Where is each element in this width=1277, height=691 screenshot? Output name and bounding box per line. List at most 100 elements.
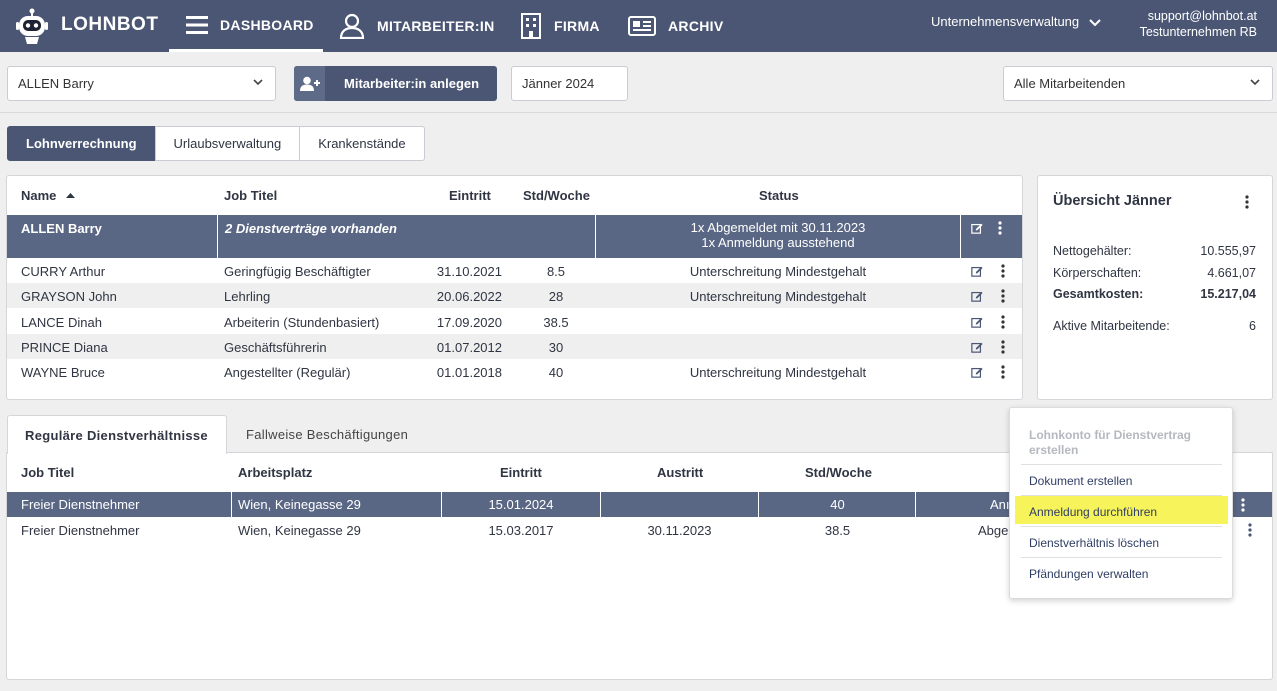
create-employee-button[interactable]: Mitarbeiter:in anlegen [294,66,497,101]
more-vertical-icon[interactable] [997,221,1003,235]
menu-icon [186,15,208,34]
main-tabs: Lohnverrechnung Urlaubsverwaltung Kranke… [7,126,425,161]
column-header-job[interactable]: Job Titel [21,465,74,480]
edit-icon[interactable] [971,365,983,379]
column-header-job[interactable]: Job Titel [224,188,277,203]
menu-item-payroll-account-line-1: Lohnkonto für Dienstvertrag [1029,428,1192,442]
nav-dashboard[interactable]: DASHBOARD [169,0,323,52]
contract-exit: 30.11.2023 [647,523,712,538]
nav-archive[interactable]: ARCHIV [628,0,723,52]
employee-row[interactable]: CURRY Arthur Geringfügig Beschäftigter 3… [7,258,1022,283]
tab-regular-contracts[interactable]: Reguläre Dienstverhältnisse [7,415,227,454]
employee-status: Unterschreitung Mindestgehalt [689,264,867,279]
newspaper-icon [628,16,656,36]
menu-item-manage-garnishments[interactable]: Pfändungen verwalten [1029,567,1148,581]
edit-icon[interactable] [971,340,983,354]
edit-icon[interactable] [971,289,983,303]
column-header-entry[interactable]: Eintritt [500,465,542,480]
divider [0,112,1277,113]
more-vertical-icon[interactable] [1000,340,1006,354]
employee-hours: 28 [548,289,564,304]
tab-vacation[interactable]: Urlaubsverwaltung [154,126,301,161]
contract-workplace: Wien, Keinegasse 29 [238,497,361,512]
more-vertical-icon[interactable] [1244,195,1250,209]
chevron-down-icon [1250,79,1260,86]
building-icon [521,13,541,39]
total-cost-value: 15.217,04 [1200,287,1256,301]
brand-name: LOHNBOT [61,14,159,35]
edit-icon[interactable] [971,221,983,235]
account-info[interactable]: support@lohnbot.at Testunternehmen RB [1140,8,1257,40]
employee-status-line-1: 1x Abgemeldet mit 30.11.2023 [690,220,866,235]
contract-job: Freier Dienstnehmer [21,497,140,512]
more-vertical-icon[interactable] [1000,315,1006,329]
active-employees-label: Aktive Mitarbeitende: [1053,319,1170,333]
tab-payroll[interactable]: Lohnverrechnung [7,126,156,161]
edit-icon[interactable] [971,264,983,278]
tab-sick-leave[interactable]: Krankenstände [299,126,425,161]
employee-row[interactable]: PRINCE Diana Geschäftsführerin 01.07.201… [7,334,1022,359]
period-field[interactable]: Jänner 2024 [511,66,628,101]
user-icon [339,13,365,39]
employee-job: Arbeiterin (Stundenbasiert) [224,315,380,330]
tab-occasional-employments[interactable]: Fallweise Beschäftigungen [246,415,408,453]
robot-logo-icon [16,8,48,44]
employee-hours: 8.5 [546,264,566,279]
more-vertical-icon[interactable] [1240,498,1246,512]
menu-item-create-document[interactable]: Dokument erstellen [1029,474,1132,488]
edit-icon[interactable] [971,315,983,329]
nav-employees[interactable]: MITARBEITER:IN [339,0,495,52]
more-vertical-icon[interactable] [1000,289,1006,303]
employee-status: Unterschreitung Mindestgehalt [689,365,867,380]
menu-item-delete-contract[interactable]: Dienstverhältnis löschen [1029,536,1159,550]
more-vertical-icon[interactable] [1247,523,1253,537]
employee-filter-select[interactable]: Alle Mitarbeitenden [1003,66,1273,101]
column-header-hours[interactable]: Std/Woche [523,188,590,203]
employee-status-line-2: 1x Anmeldung ausstehend [701,235,855,250]
column-header-status[interactable]: Status [759,188,799,203]
employee-entry: 01.01.2018 [436,365,502,380]
employee-hours: 30 [548,340,564,355]
employee-job: Geschäftsführerin [224,340,327,355]
employee-name: PRINCE Diana [21,340,108,355]
employee-row[interactable]: WAYNE Bruce Angestellter (Regulär) 01.01… [7,359,1022,384]
employee-job: Lehrling [224,289,271,304]
employee-select[interactable]: ALLEN Barry [7,66,276,101]
employee-job: 2 Dienstverträge vorhanden [225,221,397,236]
cell-divider [960,215,961,258]
period-value: Jänner 2024 [522,76,595,91]
employee-status: 1x Abgemeldet mit 30.11.2023 1x Anmeldun… [596,220,960,250]
employee-row-selected[interactable]: ALLEN Barry 2 Dienstverträge vorhanden 1… [7,215,1022,258]
summary-title: Übersicht Jänner [1053,193,1172,209]
net-salary-value: 10.555,97 [1200,244,1256,258]
nav-company[interactable]: FIRMA [520,0,600,52]
column-header-hours[interactable]: Std/Woche [805,465,872,480]
column-header-name-label: Name [21,188,57,203]
more-vertical-icon[interactable] [1000,264,1006,278]
create-employee-label: Mitarbeiter:in anlegen [344,76,480,91]
employee-name: LANCE Dinah [21,315,102,330]
employee-row[interactable]: LANCE Dinah Arbeiterin (Stundenbasiert) … [7,309,1022,334]
sort-ascending-icon [66,193,76,198]
column-header-name[interactable]: Name [21,188,76,203]
contract-job: Freier Dienstnehmer [21,523,140,538]
contract-status: Abge [978,523,1009,538]
employee-name: ALLEN Barry [21,221,102,236]
column-header-workplace[interactable]: Arbeitsplatz [238,465,312,480]
chevron-down-icon [1089,19,1101,27]
employee-job: Geringfügig Beschäftigter [224,264,371,279]
menu-item-register[interactable]: Anmeldung durchführen [1029,505,1157,519]
employee-row[interactable]: GRAYSON John Lehrling 20.06.2022 28 Unte… [7,283,1022,308]
more-vertical-icon[interactable] [1000,365,1006,379]
account-email: support@lohnbot.at [1147,9,1257,23]
summary-panel: Übersicht Jänner Nettogehälter: 10.555,9… [1037,175,1273,400]
column-header-entry[interactable]: Eintritt [449,188,491,203]
column-header-exit[interactable]: Austritt [657,465,703,480]
total-cost-label: Gesamtkosten: [1053,287,1144,301]
contract-hours: 40 [830,497,845,512]
employee-entry: 31.10.2021 [436,264,502,279]
cell-divider [217,215,218,258]
corporations-label: Körperschaften: [1053,266,1142,280]
add-user-icon-box [294,66,325,101]
company-selector[interactable]: Unternehmensverwaltung [931,14,1101,29]
